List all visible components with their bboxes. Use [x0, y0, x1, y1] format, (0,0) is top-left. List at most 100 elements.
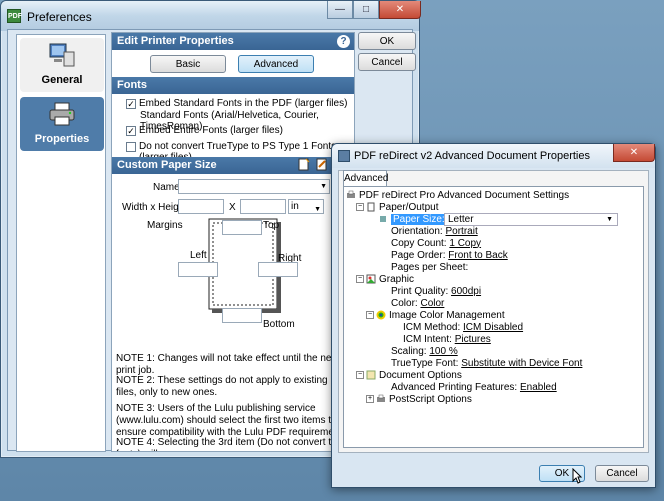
- help-icon[interactable]: ?: [337, 35, 350, 48]
- note-2: NOTE 2: These settings do not apply to e…: [116, 375, 351, 398]
- color-wheel-icon: [376, 310, 386, 320]
- tree-graphic[interactable]: − Graphic: [356, 273, 414, 285]
- section-title: Edit Printer Properties: [117, 35, 234, 47]
- bottom-margin-input[interactable]: [222, 308, 262, 323]
- tree-label: Advanced Printing Features:: [391, 381, 518, 393]
- collapse-icon[interactable]: −: [356, 203, 364, 211]
- tree-value[interactable]: Pictures: [455, 334, 491, 345]
- tree-value[interactable]: Portrait: [445, 226, 477, 237]
- cancel-button[interactable]: Cancel: [358, 53, 416, 71]
- expand-icon[interactable]: +: [366, 395, 374, 403]
- settings-panel: Edit Printer Properties ? Basic Advanced…: [111, 32, 355, 452]
- advanced-button[interactable]: Advanced: [238, 55, 314, 73]
- tree-color[interactable]: Color: Color: [378, 297, 444, 309]
- tree-value[interactable]: 100 %: [429, 346, 457, 357]
- note-3: NOTE 3: Users of the Lulu publishing ser…: [116, 403, 350, 438]
- setting-icon: [380, 216, 386, 222]
- edit-icon[interactable]: [315, 158, 328, 171]
- tree-label: Copy Count:: [391, 237, 447, 249]
- note-4: NOTE 4: Selecting the 3rd item (Do not c…: [116, 437, 353, 451]
- tree-label: Pages per Sheet:: [391, 261, 469, 273]
- checkbox-label: Embed Standard Fonts in the PDF (larger …: [139, 98, 348, 109]
- window-title: Preferences: [27, 10, 92, 24]
- title-bar: PDF reDirect v2 Advanced Document Proper…: [332, 144, 655, 168]
- fonts-header: Fonts: [112, 77, 354, 94]
- cancel-button[interactable]: Cancel: [595, 465, 649, 482]
- tree-label: Graphic: [379, 273, 415, 285]
- printer-icon: [338, 150, 350, 162]
- tree-pages-per-sheet[interactable]: Pages per Sheet:: [378, 261, 468, 273]
- ok-button[interactable]: OK: [358, 32, 416, 50]
- tree-truetype-font[interactable]: TrueType Font: Substitute with Device Fo…: [378, 357, 582, 369]
- setting-icon: [378, 346, 388, 356]
- tree-scaling[interactable]: Scaling: 100 %: [378, 345, 458, 357]
- tree-label: ICM Method:: [403, 321, 461, 333]
- embed-entire-fonts-checkbox[interactable]: ✓ Embed Entire Fonts (larger files): [126, 125, 283, 136]
- tree-root[interactable]: PDF reDirect Pro Advanced Document Setti…: [346, 189, 569, 201]
- tab-advanced[interactable]: Advanced: [343, 170, 388, 186]
- collapse-icon[interactable]: −: [356, 275, 364, 283]
- printer-icon: [49, 102, 75, 126]
- title-bar: PDF Preferences — □ ✕: [1, 1, 421, 31]
- tree-value[interactable]: 600dpi: [451, 286, 481, 297]
- checkbox-box: ✓: [126, 99, 136, 109]
- right-margin-input[interactable]: [258, 262, 298, 277]
- tree-value[interactable]: 1 Copy: [449, 238, 481, 249]
- tree-print-quality[interactable]: Print Quality: 600dpi: [378, 285, 481, 297]
- paper-size-value: Letter: [448, 214, 474, 225]
- unit-value: in: [291, 201, 299, 212]
- window-controls: ✕: [613, 144, 655, 162]
- tree-icm[interactable]: − Image Color Management: [366, 309, 505, 321]
- setting-icon: [378, 238, 388, 248]
- tree-copy-count[interactable]: Copy Count: 1 Copy: [378, 237, 481, 249]
- tab-panel: Advanced PDF reDirect Pro Advanced Docum…: [338, 170, 649, 453]
- setting-icon: [378, 226, 388, 236]
- tree-page-order[interactable]: Page Order: Front to Back: [378, 249, 508, 261]
- x-label: X: [229, 202, 236, 213]
- setting-icon: [378, 298, 388, 308]
- checkbox-label: Embed Entire Fonts (larger files): [139, 125, 283, 136]
- new-icon[interactable]: [297, 158, 310, 171]
- sidebar-item-label: General: [41, 74, 83, 86]
- tree-orientation[interactable]: Orientation: Portrait: [378, 225, 478, 237]
- tree-document-options[interactable]: − Document Options: [356, 369, 462, 381]
- tree-value[interactable]: Substitute with Device Font: [461, 358, 582, 369]
- left-margin-input[interactable]: [178, 262, 218, 277]
- tree-label: Orientation:: [391, 225, 443, 237]
- name-combo[interactable]: ▼: [178, 179, 330, 194]
- width-input[interactable]: [178, 199, 224, 214]
- section-title: Custom Paper Size: [117, 159, 217, 171]
- tree-value[interactable]: Enabled: [520, 382, 557, 393]
- tree-icm-intent[interactable]: ICM Intent: Pictures: [390, 333, 491, 345]
- tree-paper-output[interactable]: − Paper/Output: [356, 201, 438, 213]
- top-margin-input[interactable]: [222, 220, 262, 235]
- graphic-icon: [366, 274, 376, 284]
- setting-icon: [378, 358, 388, 368]
- tree-label: Page Order:: [391, 249, 446, 261]
- basic-button[interactable]: Basic: [150, 55, 226, 73]
- tree-value[interactable]: Front to Back: [448, 250, 507, 261]
- general-icon: [49, 43, 75, 67]
- window-title: PDF reDirect v2 Advanced Document Proper…: [354, 150, 590, 162]
- sidebar-item-properties[interactable]: Properties: [20, 97, 104, 151]
- embed-standard-fonts-checkbox[interactable]: ✓ Embed Standard Fonts in the PDF (large…: [126, 98, 347, 109]
- sidebar-item-general[interactable]: General: [20, 38, 104, 92]
- unit-combo[interactable]: in ▼: [288, 199, 324, 214]
- tree-icm-method[interactable]: ICM Method: ICM Disabled: [390, 321, 523, 333]
- maximize-button[interactable]: □: [353, 1, 379, 19]
- document-icon: [366, 370, 376, 380]
- tree-advanced-printing[interactable]: Advanced Printing Features: Enabled: [378, 381, 557, 393]
- collapse-icon[interactable]: −: [356, 371, 364, 379]
- tree-value[interactable]: ICM Disabled: [463, 322, 523, 333]
- tree-paper-size[interactable]: Paper Size:: [378, 213, 447, 225]
- mouse-cursor-icon: [572, 468, 582, 484]
- note-1: NOTE 1: Changes will not take effect unt…: [116, 353, 340, 376]
- minimize-button[interactable]: —: [327, 1, 353, 19]
- tree-postscript-options[interactable]: + PostScript Options: [366, 393, 472, 405]
- tree-value[interactable]: Color: [420, 298, 444, 309]
- setting-icon: [378, 250, 388, 260]
- close-button[interactable]: ✕: [379, 1, 421, 19]
- close-button[interactable]: ✕: [613, 144, 655, 162]
- collapse-icon[interactable]: −: [366, 311, 374, 319]
- height-input[interactable]: [240, 199, 286, 214]
